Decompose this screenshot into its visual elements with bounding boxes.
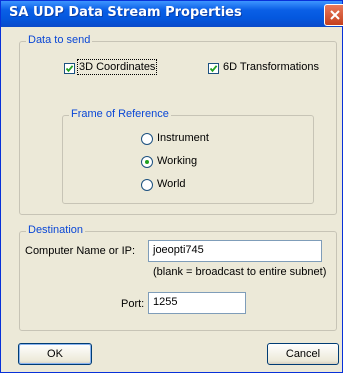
window-title: SA UDP Data Stream Properties: [9, 5, 242, 20]
title-bar[interactable]: SA UDP Data Stream Properties: [1, 1, 343, 27]
broadcast-hint: (blank = broadcast to entire subnet): [153, 266, 327, 278]
radio-selected-dot: [145, 160, 149, 164]
close-icon: [330, 10, 340, 20]
frame-of-reference-label: Frame of Reference: [69, 108, 171, 120]
checkmark-icon: [65, 65, 74, 73]
radio-world[interactable]: [141, 179, 153, 191]
ok-button[interactable]: OK: [18, 343, 92, 365]
checkmark-icon: [209, 65, 218, 73]
port-input[interactable]: 1255: [148, 292, 246, 314]
radio-working[interactable]: [141, 156, 153, 168]
port-label: Port:: [121, 298, 145, 310]
radio-instrument[interactable]: [141, 133, 153, 145]
transforms-label[interactable]: 6D Transformations: [223, 61, 319, 73]
radio-instrument-label[interactable]: Instrument: [157, 132, 209, 144]
destination-label: Destination: [26, 224, 86, 236]
dialog-window: SA UDP Data Stream Properties Data to se…: [0, 0, 343, 373]
cancel-button[interactable]: Cancel: [267, 343, 339, 365]
coords-checkbox[interactable]: [64, 63, 75, 74]
data-to-send-label: Data to send: [26, 34, 93, 46]
coords-label[interactable]: 3D Coordinates: [76, 59, 158, 75]
radio-world-label[interactable]: World: [157, 178, 186, 190]
computer-name-input[interactable]: joeopti745: [148, 240, 322, 262]
computer-name-label: Computer Name or IP:: [25, 245, 136, 257]
close-button[interactable]: [324, 4, 343, 26]
radio-working-label[interactable]: Working: [157, 155, 197, 167]
transforms-checkbox[interactable]: [208, 63, 219, 74]
